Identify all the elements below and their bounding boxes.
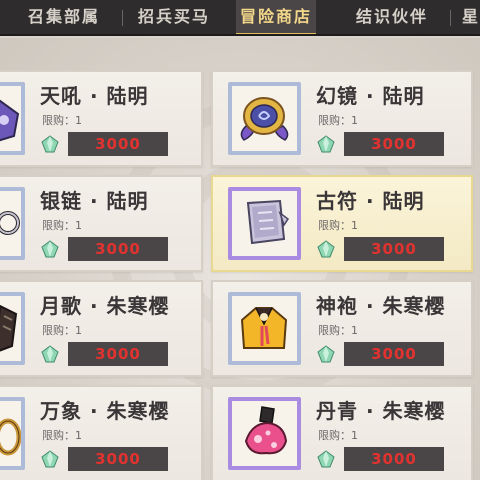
tab-separator bbox=[450, 10, 451, 26]
pink-brush-icon bbox=[228, 397, 301, 470]
purchase-limit: 限购：1 bbox=[318, 429, 358, 442]
green-crystal-icon bbox=[41, 450, 59, 468]
shop-item-card[interactable]: 神袍 · 朱寒樱 限购：1 3000 bbox=[211, 280, 473, 377]
item-name: 幻镜 · 陆明 bbox=[316, 84, 425, 108]
shop-item-card[interactable]: 月歌 · 朱寒樱 限购：1 3000 bbox=[0, 280, 203, 377]
shop-item-card[interactable]: 幻镜 · 陆明 限购：1 3000 bbox=[211, 70, 473, 167]
price-tag[interactable]: 3000 bbox=[344, 132, 444, 156]
purchase-limit: 限购：1 bbox=[318, 114, 358, 127]
item-name: 银链 · 陆明 bbox=[40, 189, 149, 213]
tab-adventure-shop[interactable]: 冒险商店 bbox=[236, 0, 317, 34]
price-tag[interactable]: 3000 bbox=[68, 237, 168, 261]
purchase-limit: 限购：1 bbox=[318, 324, 358, 337]
item-name: 古符 · 陆明 bbox=[316, 189, 425, 213]
green-crystal-icon bbox=[317, 135, 335, 153]
tab-recruit-subordinates[interactable]: 召集部属 bbox=[28, 0, 100, 34]
item-name: 月歌 · 朱寒樱 bbox=[40, 294, 170, 318]
item-name: 万象 · 朱寒樱 bbox=[40, 399, 170, 423]
green-crystal-icon bbox=[317, 240, 335, 258]
tab-recruit-troops[interactable]: 招兵买马 bbox=[138, 0, 210, 34]
shop-item-list[interactable]: 天吼 · 陆明 限购：1 3000 幻镜 · 陆明 限购：1 3000 银链 ·… bbox=[0, 38, 480, 480]
green-crystal-icon bbox=[317, 345, 335, 363]
item-name: 神袍 · 朱寒樱 bbox=[316, 294, 446, 318]
silver-chain-icon bbox=[0, 187, 25, 260]
tab-meet-partners[interactable]: 结识伙伴 bbox=[356, 0, 428, 34]
golden-robe-icon bbox=[228, 292, 301, 365]
green-crystal-icon bbox=[41, 345, 59, 363]
green-crystal-icon bbox=[41, 135, 59, 153]
shop-item-card[interactable]: 天吼 · 陆明 限购：1 3000 bbox=[0, 70, 203, 167]
golden-ring-icon bbox=[0, 397, 25, 470]
stone-tablet-icon bbox=[228, 187, 301, 260]
purchase-limit: 限购：1 bbox=[318, 219, 358, 232]
shop-item-card[interactable]: 银链 · 陆明 限购：1 3000 bbox=[0, 175, 203, 272]
price-tag[interactable]: 3000 bbox=[68, 447, 168, 471]
tab-star[interactable]: 星 bbox=[462, 0, 480, 34]
tab-bar: 召集部属 招兵买马 冒险商店 结识伙伴 星 bbox=[0, 0, 480, 36]
price-tag[interactable]: 3000 bbox=[68, 132, 168, 156]
purchase-limit: 限购：1 bbox=[42, 429, 82, 442]
item-name: 天吼 · 陆明 bbox=[40, 84, 149, 108]
golden-mirror-icon bbox=[228, 82, 301, 155]
price-tag[interactable]: 3000 bbox=[344, 342, 444, 366]
shop-item-card[interactable]: 万象 · 朱寒樱 限购：1 3000 bbox=[0, 385, 203, 480]
purchase-limit: 限购：1 bbox=[42, 219, 82, 232]
purple-relic-icon bbox=[0, 82, 25, 155]
shop-item-card[interactable]: 丹青 · 朱寒樱 限购：1 3000 bbox=[211, 385, 473, 480]
purchase-limit: 限购：1 bbox=[42, 324, 82, 337]
shop-item-card-selected[interactable]: 古符 · 陆明 限购：1 3000 bbox=[211, 175, 473, 272]
dark-relic-icon bbox=[0, 292, 25, 365]
item-name: 丹青 · 朱寒樱 bbox=[316, 399, 446, 423]
green-crystal-icon bbox=[41, 240, 59, 258]
price-tag[interactable]: 3000 bbox=[344, 237, 444, 261]
price-tag[interactable]: 3000 bbox=[68, 342, 168, 366]
price-tag[interactable]: 3000 bbox=[344, 447, 444, 471]
purchase-limit: 限购：1 bbox=[42, 114, 82, 127]
green-crystal-icon bbox=[317, 450, 335, 468]
tab-separator bbox=[122, 10, 123, 26]
